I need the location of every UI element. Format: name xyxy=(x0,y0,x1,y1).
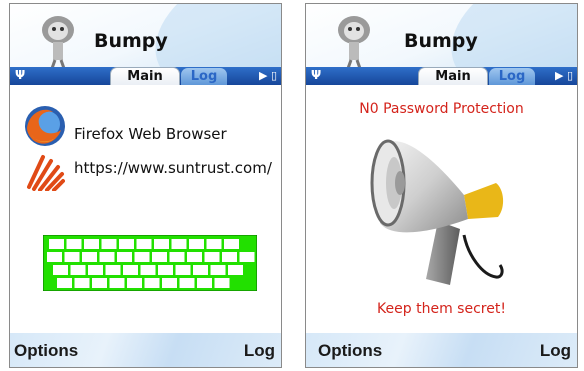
arrow-right-icon[interactable]: ▶ ▯ xyxy=(259,67,277,85)
arrow-right-icon[interactable]: ▶ ▯ xyxy=(555,67,573,85)
keyboard-icon[interactable] xyxy=(43,235,257,291)
tab-main[interactable]: Main xyxy=(110,67,180,86)
log-softkey[interactable]: Log xyxy=(540,341,571,361)
warning-text: N0 Password Protection xyxy=(359,101,524,117)
firefox-icon xyxy=(25,106,65,146)
softkey-bar: Options Log xyxy=(306,333,577,367)
site-url: https://www.suntrust.com/ xyxy=(74,159,272,177)
options-softkey[interactable]: Options xyxy=(318,341,382,361)
megaphone-icon xyxy=(370,139,504,285)
suntrust-logo-icon xyxy=(27,155,65,191)
app-header: Bumpy xyxy=(306,4,577,115)
signal-icon: Ψ xyxy=(311,68,322,82)
app-header: Bumpy xyxy=(10,4,281,115)
browser-name: Firefox Web Browser xyxy=(74,125,227,143)
signal-icon: Ψ xyxy=(15,68,26,82)
log-softkey[interactable]: Log xyxy=(244,341,275,361)
main-content: Firefox Web Browser https://www.suntrust… xyxy=(10,85,281,334)
phone-screen-main: Bumpy Ψ Main Log ▶ ▯ Firefox Web Browser… xyxy=(9,3,282,368)
options-softkey[interactable]: Options xyxy=(14,341,78,361)
app-title: Bumpy xyxy=(404,30,478,52)
hint-text: Keep them secret! xyxy=(377,301,506,317)
tab-log[interactable]: Log xyxy=(181,68,227,85)
app-title: Bumpy xyxy=(94,30,168,52)
tab-main[interactable]: Main xyxy=(418,67,488,86)
tab-log[interactable]: Log xyxy=(489,68,535,85)
softkey-bar: Options Log xyxy=(10,333,281,367)
main-content: N0 Password Protection Keep them secret! xyxy=(306,85,577,334)
phone-screen-warning: Bumpy Ψ Main Log ▶ ▯ N0 Password Protect… xyxy=(305,3,578,368)
